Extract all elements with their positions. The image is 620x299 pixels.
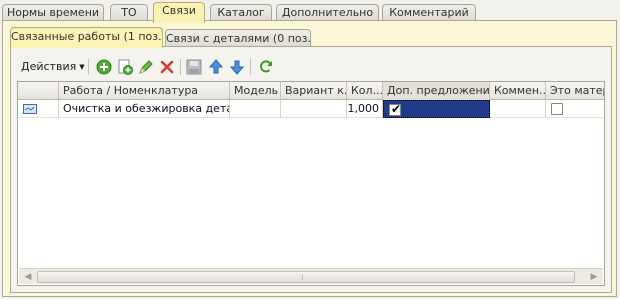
copy-icon[interactable] xyxy=(116,58,134,76)
links-panel: Связанные работы (1 поз.) Связи с деталя… xyxy=(2,20,617,297)
toolbar: Действия ▼ xyxy=(17,57,607,77)
checkmark-icon: ✔ xyxy=(391,102,402,116)
cell-work[interactable]: Очистка и обезжировка детал... xyxy=(59,100,230,118)
column-header-model[interactable]: Модель xyxy=(230,82,281,100)
tab-related-works[interactable]: Связанные работы (1 поз.) xyxy=(10,27,163,48)
scroll-right-icon[interactable]: ▶ xyxy=(586,270,602,284)
chevron-down-icon: ▼ xyxy=(79,63,85,71)
save-icon[interactable] xyxy=(185,58,203,76)
cell-comment[interactable] xyxy=(490,100,546,118)
column-header-comment[interactable]: Коммен... xyxy=(490,82,546,100)
row-type-icon xyxy=(18,100,59,118)
delete-icon[interactable] xyxy=(158,58,176,76)
horizontal-scrollbar[interactable]: ◀ ⁞ ▶ xyxy=(19,268,603,284)
toolbar-separator xyxy=(180,59,181,75)
scrollbar-thumb[interactable]: ⁞ xyxy=(37,271,575,283)
edit-icon[interactable] xyxy=(137,58,155,76)
toolbar-separator xyxy=(88,59,89,75)
column-header-variant[interactable]: Вариант к... xyxy=(281,82,347,100)
extra-offer-checkbox[interactable]: ✔ xyxy=(389,102,402,116)
toolbar-separator xyxy=(250,59,251,75)
tab-links[interactable]: Связи xyxy=(153,2,205,23)
cell-model[interactable] xyxy=(230,100,281,118)
move-down-icon[interactable] xyxy=(228,58,246,76)
table-row[interactable]: Очистка и обезжировка детал... 1,000 ✔ xyxy=(18,100,604,118)
refresh-icon[interactable] xyxy=(257,58,275,76)
outer-tab-bar: Нормы времени ТО Связи Каталог Дополните… xyxy=(2,2,618,23)
cell-extra-offer[interactable]: ✔ xyxy=(383,100,490,118)
scroll-left-icon[interactable]: ◀ xyxy=(20,270,36,284)
column-header-icon xyxy=(18,82,59,100)
column-header-work[interactable]: Работа / Номенклатура xyxy=(59,82,230,100)
table-header: Работа / Номенклатура Модель Вариант к..… xyxy=(18,82,604,100)
grip-icon: ⁞ xyxy=(301,273,304,282)
cell-is-material[interactable] xyxy=(546,100,604,118)
actions-menu[interactable]: Действия ▼ xyxy=(21,57,85,77)
is-material-checkbox[interactable] xyxy=(551,103,563,115)
cell-variant[interactable] xyxy=(281,100,347,118)
column-header-is-material[interactable]: Это матер... xyxy=(546,82,604,100)
column-header-qty[interactable]: Кол... xyxy=(347,82,383,100)
move-up-icon[interactable] xyxy=(207,58,225,76)
add-icon[interactable] xyxy=(95,58,113,76)
cell-qty[interactable]: 1,000 xyxy=(347,100,383,118)
related-works-panel: Действия ▼ Работа / Номенклатура Модель … xyxy=(10,46,612,293)
column-header-extra-offer[interactable]: Доп. предложение xyxy=(383,82,490,100)
actions-label: Действия xyxy=(21,60,77,73)
related-works-table[interactable]: Работа / Номенклатура Модель Вариант к..… xyxy=(17,81,605,286)
